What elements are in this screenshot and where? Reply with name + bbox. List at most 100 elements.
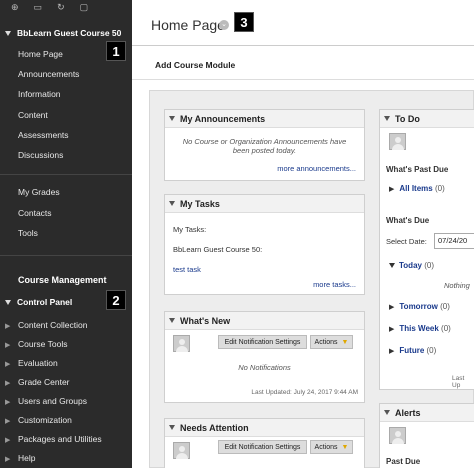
refresh-icon[interactable]: ↻ [57,2,65,13]
collapse-icon [384,410,390,415]
cp-item-help[interactable]: ▶ Help [5,453,35,463]
chevron-right-icon: ▶ [5,361,11,368]
chevron-right-icon: ▶ [389,326,395,333]
last-updated: Last Up [452,375,465,389]
divider [0,255,132,256]
control-panel-toggle[interactable]: Control Panel [5,297,72,307]
whats-due-heading: What's Due [386,216,430,225]
window-icon[interactable]: ▢ [80,2,89,13]
divider [132,45,474,46]
sidebar-item-assessments[interactable]: Assessments [18,130,69,140]
tasks-module: My Tasks My Tasks: BbLearn Guest Course … [164,194,365,295]
chevron-right-icon: ▶ [5,456,11,463]
app-window: ⊕ ▭ ↻ ▢ BbLearn Guest Course 50 Home Pag… [0,0,474,468]
page-title: Home Page [151,17,225,33]
select-date-input[interactable]: 07/24/20 [434,233,474,249]
sidebar-item-contacts[interactable]: Contacts [18,208,52,218]
this-week-toggle[interactable]: ▶ This Week (0) [389,324,451,333]
whats-new-module: What's New Edit Notification Settings Ac… [164,311,365,403]
chevron-right-icon: ▶ [5,323,11,330]
module-header[interactable]: To Do [380,110,474,128]
cp-item-evaluation[interactable]: ▶ Evaluation [5,358,58,368]
chevron-right-icon: ▶ [5,399,11,406]
sidebar-item-my-grades[interactable]: My Grades [18,187,60,197]
more-announcements-link[interactable]: more announcements... [277,164,356,173]
past-due-heading: What's Past Due [386,165,449,174]
chevron-down-icon: ▼ [341,443,349,451]
sidebar-item-home-page[interactable]: Home Page [18,49,63,59]
chevron-right-icon: ▶ [5,380,11,387]
divider [0,174,132,175]
collapse-icon [169,425,175,430]
menu-toolbar: ⊕ ▭ ↻ ▢ [0,0,132,14]
avatar [389,427,406,444]
sidebar-item-tools[interactable]: Tools [18,228,38,238]
alerts-module: Alerts Past Due [379,403,474,468]
more-tasks-link[interactable]: more tasks... [313,280,356,289]
course-menu: ⊕ ▭ ↻ ▢ BbLearn Guest Course 50 Home Pag… [0,0,132,468]
collapse-icon [169,201,175,206]
sidebar-item-announcements[interactable]: Announcements [18,69,79,79]
actions-button[interactable]: Actions ▼ [310,335,353,349]
tasks-label: My Tasks: [173,225,207,234]
today-toggle[interactable]: Today (0) [389,261,434,270]
add-menu-item-icon[interactable]: ⊕ [11,2,19,13]
chevron-down-icon [389,263,395,269]
edit-notification-settings-button[interactable]: Edit Notification Settings [218,440,307,454]
folder-view-icon[interactable]: ▭ [34,2,43,13]
future-toggle[interactable]: ▶ Future (0) [389,346,436,355]
edit-notification-settings-button[interactable]: Edit Notification Settings [218,335,307,349]
chevron-right-icon: ▶ [5,418,11,425]
course-title[interactable]: BbLearn Guest Course 50 [5,28,121,38]
chevron-down-icon: ▼ [341,338,349,346]
main-content: Home Page ⌄ 3 Add Course Module My Annou… [132,0,474,468]
chevron-right-icon: ▶ [5,437,11,444]
past-due-heading: Past Due [386,457,421,466]
callout-badge-1: 1 [106,41,126,61]
sidebar-item-content[interactable]: Content [18,110,48,120]
add-course-module-button[interactable]: Add Course Module [155,60,235,70]
module-header[interactable]: Alerts [380,404,474,422]
module-header[interactable]: Needs Attention [165,419,364,437]
collapse-icon [5,31,11,37]
tasks-course: BbLearn Guest Course 50: [173,245,263,254]
callout-badge-2: 2 [106,290,126,310]
all-items-toggle[interactable]: ▶ All Items (0) [389,184,445,193]
module-header[interactable]: My Announcements [165,110,364,128]
no-notifications-text: No Notifications [238,363,291,372]
collapse-icon [169,116,175,121]
avatar [173,442,190,459]
collapse-icon [5,300,11,306]
last-updated: Last Updated: July 24, 2017 9:44 AM [251,389,358,396]
announcements-module: My Announcements No Course or Organizati… [164,109,365,181]
chevron-right-icon: ▶ [389,304,395,311]
cp-item-packages-and-utilities[interactable]: ▶ Packages and Utilities [5,434,102,444]
cp-item-users-and-groups[interactable]: ▶ Users and Groups [5,396,87,406]
cp-item-content-collection[interactable]: ▶ Content Collection [5,320,87,330]
actions-button[interactable]: Actions ▼ [310,440,353,454]
page-options-icon[interactable]: ⌄ [219,20,229,30]
sidebar-item-discussions[interactable]: Discussions [18,150,63,160]
avatar [389,133,406,150]
avatar [173,335,190,352]
divider [132,79,474,80]
tomorrow-toggle[interactable]: ▶ Tomorrow (0) [389,302,450,311]
task-link[interactable]: test task [173,265,201,274]
needs-attention-module: Needs Attention Edit Notification Settin… [164,418,365,468]
cp-item-course-tools[interactable]: ▶ Course Tools [5,339,67,349]
chevron-right-icon: ▶ [389,186,395,193]
select-date-label: Select Date: [386,237,427,246]
course-management-heading: Course Management [18,275,107,285]
sidebar-item-information[interactable]: Information [18,89,61,99]
cp-item-grade-center[interactable]: ▶ Grade Center [5,377,70,387]
todo-module: To Do What's Past Due ▶ All Items (0) Wha… [379,109,474,390]
chevron-right-icon: ▶ [5,342,11,349]
chevron-right-icon: ▶ [389,348,395,355]
collapse-icon [384,116,390,121]
nothing-due-text: Nothing [444,281,470,290]
callout-badge-3: 3 [234,12,254,32]
module-header[interactable]: My Tasks [165,195,364,213]
module-header[interactable]: What's New [165,312,364,330]
announcements-message: No Course or Organization Announcements … [182,137,347,155]
cp-item-customization[interactable]: ▶ Customization [5,415,72,425]
